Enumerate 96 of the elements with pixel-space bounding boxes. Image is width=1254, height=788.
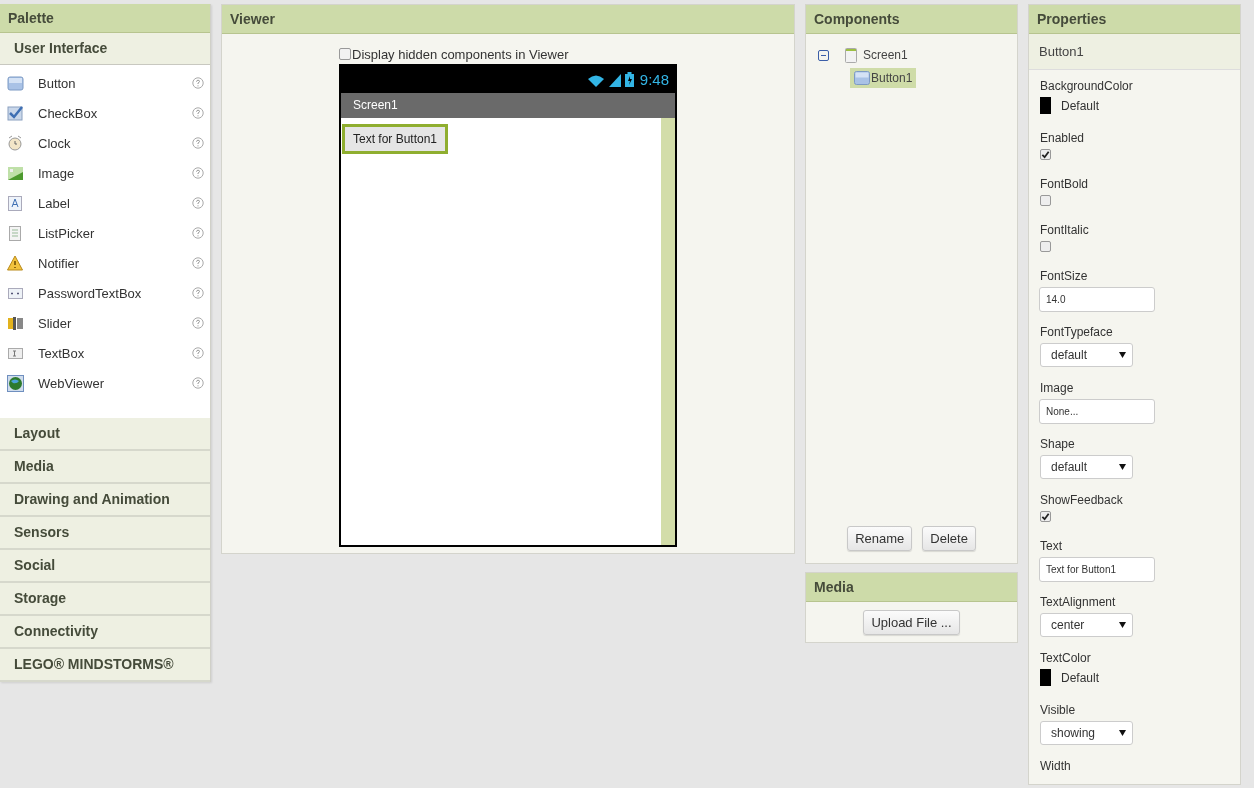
slider-icon [7, 314, 24, 332]
color-value[interactable]: Default [1061, 98, 1100, 113]
palette-item[interactable]: TextBox [38, 345, 192, 361]
help-icon [192, 167, 204, 179]
palette-item[interactable]: CheckBox [38, 105, 192, 121]
palette-category[interactable]: Storage [0, 583, 210, 616]
signal-icon [608, 72, 621, 87]
checkbox[interactable] [339, 48, 351, 60]
palette-item[interactable]: PasswordTextBox [38, 285, 192, 301]
panel-title: Properties [1029, 5, 1240, 34]
palette-category[interactable]: Drawing and Animation [0, 484, 210, 517]
help-icon [192, 317, 204, 329]
image-icon [7, 164, 24, 182]
property-checkbox[interactable] [1040, 149, 1051, 160]
help-icon [192, 347, 204, 359]
help-icon [192, 77, 204, 89]
palette-category[interactable]: Layout [0, 418, 210, 451]
panel-title: Palette [0, 4, 210, 33]
help-icon [192, 287, 204, 299]
palette-item[interactable]: Label [38, 195, 192, 211]
help-icon [192, 137, 204, 149]
palette-category[interactable]: Sensors [0, 517, 210, 550]
tree-item[interactable]: Screen1 [861, 45, 910, 65]
property-dropdown[interactable]: default [1040, 343, 1133, 367]
globe-icon [7, 374, 24, 392]
help-icon [192, 257, 204, 269]
property-checkbox[interactable] [1040, 241, 1051, 252]
letter-a-icon [7, 194, 24, 212]
palette-item[interactable]: Clock [38, 135, 192, 151]
panel-title: Media [806, 573, 1017, 602]
palette-category[interactable]: LEGO® MINDSTORMS® [0, 649, 210, 682]
property-label: TextColor [1040, 651, 1091, 665]
property-dropdown[interactable]: showing [1040, 721, 1133, 745]
palette-category[interactable]: Connectivity [0, 616, 210, 649]
upload-button[interactable]: Upload File ... [863, 609, 960, 635]
property-label: Enabled [1040, 131, 1085, 145]
check-icon [1041, 512, 1050, 521]
screen-icon [845, 47, 857, 63]
checkbox-label: Display hidden components in Viewer [352, 46, 569, 62]
property-label: Width [1040, 759, 1071, 773]
palette-item[interactable]: ListPicker [38, 225, 192, 241]
panel-title: Components [806, 5, 1017, 34]
property-label: FontTypeface [1040, 325, 1113, 339]
preview-button[interactable]: Text for Button1 [342, 124, 449, 154]
property-label: FontSize [1040, 269, 1088, 283]
property-label: ShowFeedback [1040, 493, 1123, 507]
property-checkbox[interactable] [1040, 511, 1051, 522]
action-button[interactable]: Rename [847, 526, 913, 551]
color-swatch[interactable] [1040, 669, 1051, 686]
property-input[interactable]: Text for Button1 [1039, 557, 1155, 582]
palette-category[interactable]: User Interface [0, 33, 210, 65]
action-button[interactable]: Delete [922, 526, 976, 551]
property-dropdown[interactable]: default [1040, 455, 1133, 479]
property-input[interactable]: None... [1039, 399, 1155, 424]
panel-title: Viewer [222, 5, 794, 34]
help-icon [192, 197, 204, 209]
tree-item-label: Button1 [871, 71, 913, 85]
tree-item[interactable]: Button1 [850, 68, 917, 88]
palette-item[interactable]: Slider [38, 315, 192, 331]
property-label: Visible [1040, 703, 1076, 717]
palette-item[interactable]: Button [38, 75, 192, 91]
property-input[interactable]: 14.0 [1039, 287, 1155, 312]
button-icon [854, 71, 870, 85]
battery-icon [624, 72, 634, 87]
dropdown-caret-icon [1119, 730, 1126, 736]
color-swatch[interactable] [1040, 97, 1051, 114]
palette-item[interactable]: WebViewer [38, 375, 192, 391]
help-icon [192, 107, 204, 119]
palette-item[interactable]: Notifier [38, 255, 192, 271]
dropdown-caret-icon [1119, 464, 1126, 470]
check-icon [1041, 150, 1050, 159]
color-value[interactable]: Default [1061, 670, 1100, 685]
help-icon [192, 227, 204, 239]
selected-component-name: Button1 [1029, 34, 1240, 70]
property-label: FontItalic [1040, 223, 1089, 237]
property-label: Image [1040, 381, 1074, 395]
property-dropdown[interactable]: center [1040, 613, 1133, 637]
palette-item[interactable]: Image [38, 165, 192, 181]
clock-icon [7, 134, 24, 152]
property-label: FontBold [1040, 177, 1089, 191]
dropdown-caret-icon [1119, 622, 1126, 628]
property-checkbox[interactable] [1040, 195, 1051, 206]
warning-icon [7, 254, 24, 272]
dropdown-caret-icon [1119, 352, 1126, 358]
list-icon [7, 224, 24, 242]
screen-title: Screen1 [341, 93, 675, 118]
palette-category[interactable]: Media [0, 451, 210, 484]
help-icon [192, 377, 204, 389]
property-label: Text [1040, 539, 1062, 553]
property-label: Shape [1040, 437, 1075, 451]
palette-category[interactable]: Social [0, 550, 210, 583]
checkbox-icon [7, 104, 24, 122]
property-label: BackgroundColor [1040, 79, 1133, 93]
status-time: 9:48 [639, 71, 669, 88]
button-icon [7, 74, 24, 92]
property-label: TextAlignment [1040, 595, 1116, 609]
